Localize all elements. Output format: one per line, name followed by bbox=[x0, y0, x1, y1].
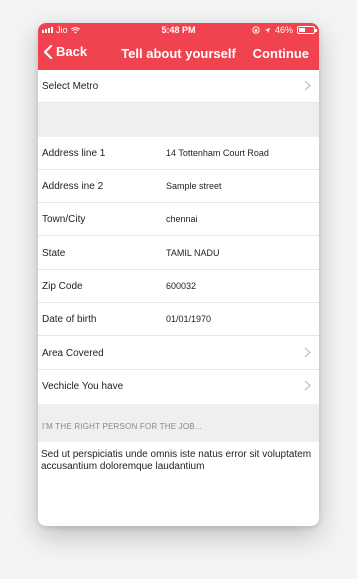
address-line1-row[interactable]: Address line 1 14 Tottenham Court Road bbox=[38, 137, 319, 170]
address-line2-row[interactable]: Address ine 2 Sample street bbox=[38, 170, 319, 203]
chevron-right-icon bbox=[304, 347, 311, 358]
about-section-header: I'M THE RIGHT PERSON FOR THE JOB... bbox=[38, 404, 319, 442]
section-spacer bbox=[38, 103, 319, 137]
phone-screen: Jio 5:48 PM 46% Back Tell about yourself… bbox=[38, 23, 319, 526]
vehicle-label: Vechicle You have bbox=[42, 381, 124, 392]
address-line1-value[interactable]: 14 Tottenham Court Road bbox=[166, 148, 269, 158]
address-line2-value[interactable]: Sample street bbox=[166, 181, 222, 191]
address-line1-label: Address line 1 bbox=[42, 148, 106, 159]
nav-bar: Back Tell about yourself Continue bbox=[38, 40, 319, 68]
select-metro-row[interactable]: Select Metro bbox=[38, 70, 319, 103]
battery-icon bbox=[297, 26, 317, 34]
zip-value[interactable]: 600032 bbox=[166, 281, 196, 291]
status-right: 46% bbox=[252, 25, 317, 35]
battery-fill bbox=[299, 28, 306, 32]
continue-button[interactable]: Continue bbox=[253, 46, 309, 61]
zip-label: Zip Code bbox=[42, 281, 83, 292]
state-value[interactable]: TAMIL NADU bbox=[166, 248, 220, 258]
dob-value[interactable]: 01/01/1970 bbox=[166, 314, 211, 324]
lock-rotation-icon bbox=[252, 26, 260, 34]
battery-percent: 46% bbox=[274, 25, 293, 35]
state-label: State bbox=[42, 248, 66, 259]
dob-row[interactable]: Date of birth 01/01/1970 bbox=[38, 303, 319, 336]
chevron-right-icon bbox=[304, 80, 311, 91]
vehicle-row[interactable]: Vechicle You have bbox=[38, 370, 319, 403]
zip-row[interactable]: Zip Code 600032 bbox=[38, 270, 319, 303]
app-header: Jio 5:48 PM 46% Back Tell about yourself… bbox=[38, 23, 319, 70]
address-line2-label: Address ine 2 bbox=[42, 181, 104, 192]
city-row[interactable]: Town/City chennai bbox=[38, 203, 319, 236]
area-covered-label: Area Covered bbox=[42, 348, 104, 359]
location-icon bbox=[264, 27, 271, 33]
dob-label: Date of birth bbox=[42, 314, 97, 325]
chevron-right-icon bbox=[304, 380, 311, 391]
city-label: Town/City bbox=[42, 214, 86, 225]
state-row[interactable]: State TAMIL NADU bbox=[38, 237, 319, 270]
about-textarea[interactable]: Sed ut perspiciatis unde omnis iste natu… bbox=[41, 449, 313, 473]
city-value[interactable]: chennai bbox=[166, 214, 198, 224]
about-section-title: I'M THE RIGHT PERSON FOR THE JOB... bbox=[42, 422, 203, 431]
status-bar: Jio 5:48 PM 46% bbox=[38, 23, 319, 37]
area-covered-row[interactable]: Area Covered bbox=[38, 337, 319, 370]
select-metro-label: Select Metro bbox=[42, 81, 99, 92]
